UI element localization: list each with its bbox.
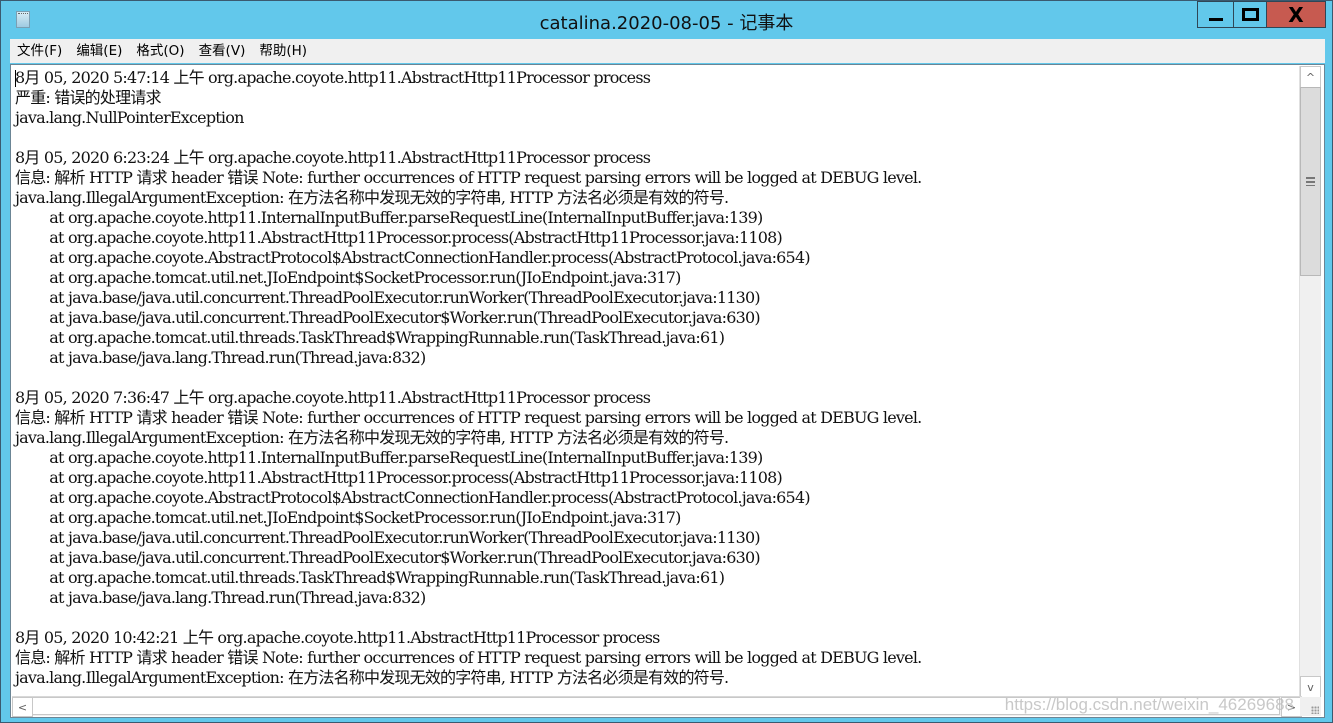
text-line: at java.base/java.util.concurrent.Thread… <box>15 528 760 547</box>
text-line: at org.apache.coyote.http11.InternalInpu… <box>15 208 763 227</box>
text-editor[interactable]: 8月 05, 2020 5:47:14 上午 org.apache.coyote… <box>10 64 1325 718</box>
text-line: java.lang.IllegalArgumentException: 在方法名… <box>15 188 729 207</box>
resize-grip-icon[interactable] <box>1300 697 1321 716</box>
vertical-scroll-thumb[interactable] <box>1300 87 1321 276</box>
text-line: at org.apache.coyote.AbstractProtocol$Ab… <box>15 248 810 267</box>
text-line: java.lang.IllegalArgumentException: 在方法名… <box>15 668 729 687</box>
text-line: at org.apache.tomcat.util.threads.TaskTh… <box>15 568 725 587</box>
notepad-window: catalina.2020-08-05 - 记事本 X 文件(F) 编辑(E) … <box>0 0 1333 723</box>
menu-view[interactable]: 查看(V) <box>192 39 253 63</box>
title-bar[interactable]: catalina.2020-08-05 - 记事本 X <box>1 1 1332 38</box>
text-line: 信息: 解析 HTTP 请求 header 错误 Note: further o… <box>15 648 922 667</box>
maximize-button[interactable] <box>1233 1 1267 28</box>
text-line: at org.apache.coyote.http11.AbstractHttp… <box>15 468 782 487</box>
text-line: at org.apache.tomcat.util.net.JIoEndpoin… <box>15 268 681 287</box>
text-line: java.lang.IllegalArgumentException: 在方法名… <box>15 428 729 447</box>
menu-help[interactable]: 帮助(H) <box>252 39 314 63</box>
horizontal-scroll-thumb[interactable] <box>32 697 1280 715</box>
text-line: 严重: 错误的处理请求 <box>15 88 161 107</box>
chevron-right-icon: > <box>1286 700 1297 714</box>
chevron-up-icon: ^ <box>1305 70 1316 84</box>
text-line <box>15 608 921 628</box>
editor-content[interactable]: 8月 05, 2020 5:47:14 上午 org.apache.coyote… <box>15 68 922 688</box>
text-line: at java.base/java.lang.Thread.run(Thread… <box>15 588 426 607</box>
minimize-icon <box>1208 18 1223 21</box>
text-line: at org.apache.coyote.AbstractProtocol$Ab… <box>15 488 810 507</box>
text-caret <box>15 70 16 87</box>
menu-bar: 文件(F) 编辑(E) 格式(O) 查看(V) 帮助(H) <box>10 39 1325 63</box>
text-line: at org.apache.coyote.http11.AbstractHttp… <box>15 228 782 247</box>
text-line: at java.base/java.util.concurrent.Thread… <box>15 548 760 567</box>
text-line: at org.apache.coyote.http11.InternalInpu… <box>15 448 763 467</box>
menu-edit[interactable]: 编辑(E) <box>69 39 129 63</box>
text-line: at java.base/java.util.concurrent.Thread… <box>15 308 760 327</box>
vertical-scrollbar[interactable]: ^ v <box>1299 66 1321 698</box>
text-line: 8月 05, 2020 6:23:24 上午 org.apache.coyote… <box>15 148 651 167</box>
text-line: at java.base/java.util.concurrent.Thread… <box>15 288 760 307</box>
chevron-down-icon: v <box>1307 680 1314 694</box>
text-line: java.lang.NullPointerException <box>15 108 244 127</box>
text-line: at java.base/java.lang.Thread.run(Thread… <box>15 348 426 367</box>
maximize-icon <box>1241 8 1259 21</box>
menu-format[interactable]: 格式(O) <box>129 39 191 63</box>
text-line: 信息: 解析 HTTP 请求 header 错误 Note: further o… <box>15 408 922 427</box>
close-icon: X <box>1288 2 1304 27</box>
text-line: 8月 05, 2020 10:42:21 上午 org.apache.coyot… <box>15 628 660 647</box>
grip-icon <box>1306 177 1315 186</box>
text-line: 信息: 解析 HTTP 请求 header 错误 Note: further o… <box>15 168 922 187</box>
text-line <box>15 368 921 388</box>
menu-file[interactable]: 文件(F) <box>10 39 69 63</box>
text-line <box>15 128 921 148</box>
close-button[interactable]: X <box>1266 1 1326 28</box>
window-title: catalina.2020-08-05 - 记事本 <box>539 13 794 34</box>
scroll-right-button[interactable]: > <box>1281 697 1302 717</box>
text-line: at org.apache.tomcat.util.threads.TaskTh… <box>15 328 725 347</box>
scroll-left-button[interactable]: < <box>12 697 33 717</box>
scroll-up-button[interactable]: ^ <box>1300 66 1321 88</box>
text-line: 8月 05, 2020 7:36:47 上午 org.apache.coyote… <box>15 388 651 407</box>
minimize-button[interactable] <box>1197 1 1234 28</box>
scroll-down-button[interactable]: v <box>1300 676 1321 698</box>
text-line: 8月 05, 2020 5:47:14 上午 org.apache.coyote… <box>15 68 651 87</box>
chevron-left-icon: < <box>17 700 28 714</box>
horizontal-scrollbar[interactable]: < > <box>12 696 1302 717</box>
text-line: at org.apache.tomcat.util.net.JIoEndpoin… <box>15 508 681 527</box>
